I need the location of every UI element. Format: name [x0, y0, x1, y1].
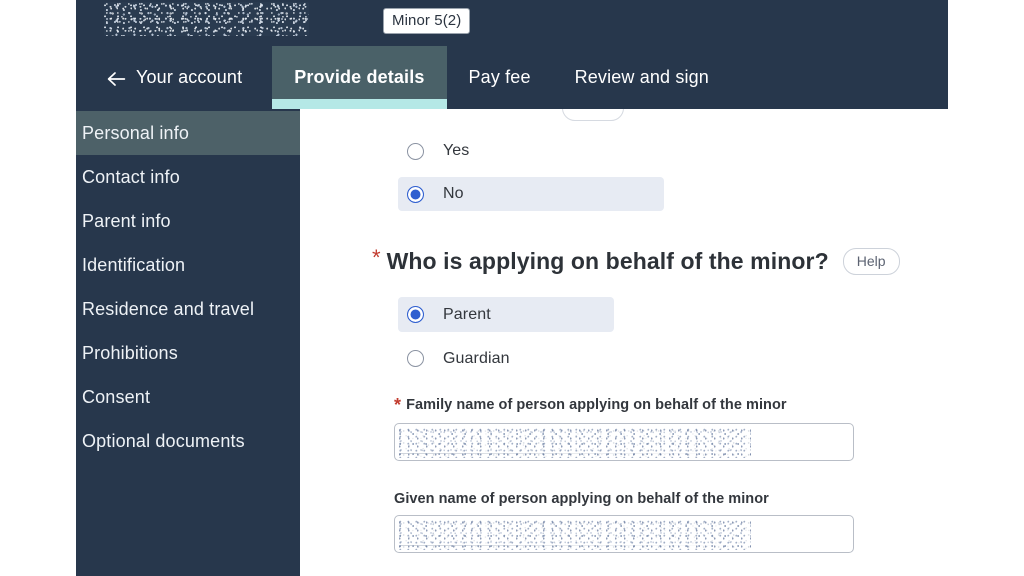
sidebar-item-identification[interactable]: Identification	[76, 243, 300, 287]
app-header: Minor 5(2) Your account Provide details …	[76, 0, 948, 109]
radio-label: Yes	[443, 142, 470, 159]
family-name-input[interactable]	[394, 423, 854, 461]
radio-option-no[interactable]: No	[398, 177, 664, 211]
family-name-value-redacted	[399, 427, 751, 458]
tab-review-and-sign[interactable]: Review and sign	[553, 46, 731, 109]
help-button-clipped[interactable]	[562, 109, 624, 121]
required-asterisk: *	[372, 244, 381, 270]
primary-tab-bar: Your account Provide details Pay fee Rev…	[76, 46, 731, 109]
radio-option-guardian[interactable]: Guardian	[398, 341, 614, 376]
help-button[interactable]: Help	[842, 248, 900, 275]
tab-label: Pay fee	[468, 67, 531, 87]
field-label-text: Family name of person applying on behalf…	[406, 397, 787, 413]
sidebar-item-label: Optional documents	[82, 430, 245, 451]
section-sidebar: Personal info Contact info Parent info I…	[76, 109, 300, 576]
radio-circle-selected-icon	[407, 185, 424, 203]
sidebar-item-label: Parent info	[82, 210, 171, 231]
given-name-label: Given name of person applying on behalf …	[394, 491, 854, 507]
yes-no-radio-group: Yes No	[398, 134, 664, 220]
radio-label: Parent	[443, 305, 491, 323]
sidebar-item-label: Contact info	[82, 166, 180, 187]
application-window: Minor 5(2) Your account Provide details …	[0, 0, 1024, 576]
sidebar-item-personal-info[interactable]: Personal info	[76, 111, 300, 155]
sidebar-item-label: Residence and travel	[82, 298, 255, 319]
sidebar-item-optional-documents[interactable]: Optional documents	[76, 419, 300, 463]
sidebar-item-label: Prohibitions	[82, 342, 178, 363]
sidebar-item-contact-info[interactable]: Contact info	[76, 155, 300, 199]
tab-provide-details[interactable]: Provide details	[272, 46, 447, 109]
document-type-badge: Minor 5(2)	[383, 8, 471, 34]
sidebar-item-label: Consent	[82, 386, 151, 407]
radio-circle-selected-icon	[407, 306, 424, 323]
sidebar-item-label: Identification	[82, 254, 186, 275]
radio-label: Guardian	[443, 349, 510, 367]
radio-option-yes[interactable]: Yes	[398, 134, 664, 168]
radio-circle-icon	[407, 350, 424, 367]
radio-label: No	[443, 185, 464, 202]
given-name-input[interactable]	[394, 515, 854, 553]
tab-your-account[interactable]: Your account	[76, 46, 272, 109]
tab-label: Review and sign	[574, 67, 709, 87]
sidebar-item-parent-info[interactable]: Parent info	[76, 199, 300, 243]
form-content-area: Yes No * Who is applying on behalf of th…	[300, 109, 1024, 576]
sidebar-item-label: Personal info	[82, 122, 190, 143]
required-asterisk: *	[394, 395, 402, 415]
sidebar-item-prohibitions[interactable]: Prohibitions	[76, 331, 300, 375]
radio-option-parent[interactable]: Parent	[398, 297, 614, 332]
family-name-field-group: * Family name of person applying on beha…	[394, 395, 854, 461]
radio-circle-icon	[407, 142, 424, 160]
field-label-text: Given name of person applying on behalf …	[394, 491, 769, 507]
sidebar-item-residence-and-travel[interactable]: Residence and travel	[76, 287, 300, 331]
header-top-bar: Minor 5(2)	[76, 0, 948, 46]
brand-title-redacted	[104, 2, 309, 36]
applicant-type-radio-group: Parent Guardian	[398, 297, 614, 385]
given-name-field-group: Given name of person applying on behalf …	[394, 491, 854, 553]
question-heading: * Who is applying on behalf of the minor…	[372, 244, 900, 275]
given-name-value-redacted	[399, 519, 751, 550]
question-text: Who is applying on behalf of the minor?	[386, 248, 829, 274]
family-name-label: * Family name of person applying on beha…	[394, 395, 854, 415]
tab-pay-fee[interactable]: Pay fee	[447, 46, 553, 109]
sidebar-item-consent[interactable]: Consent	[76, 375, 300, 419]
arrow-left-icon	[106, 70, 126, 88]
tab-label: Provide details	[294, 67, 425, 87]
tab-label: Your account	[136, 67, 243, 87]
